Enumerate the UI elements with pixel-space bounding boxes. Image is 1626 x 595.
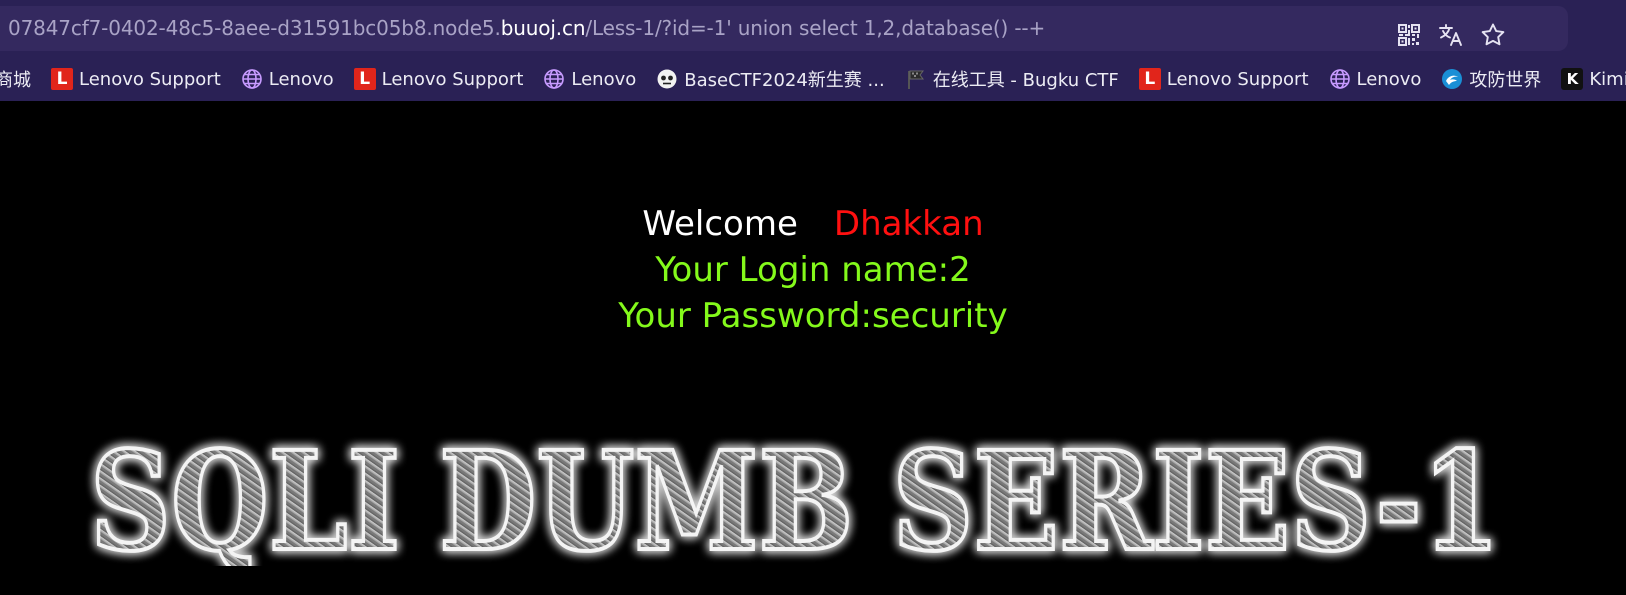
bookmark-label: Lenovo Support (1166, 68, 1309, 90)
bookmark-label: 商城 (0, 70, 31, 91)
translate-icon (1439, 23, 1462, 46)
url-prefix: 07847cf7-0402-48c5-8aee-d31591bc05b8.nod… (8, 16, 501, 40)
url-path: /Less-1/?id=-1' union select 1,2,databas… (585, 16, 1046, 40)
bookmark-label: 在线工具 - Bugku CTF (932, 70, 1119, 91)
address-bar-actions (1394, 12, 1508, 57)
globe-icon (543, 68, 565, 90)
qr-code-button[interactable] (1394, 12, 1424, 57)
bookmark-label: Lenovo Support (79, 68, 221, 90)
password-line: Your Password:security (618, 296, 1008, 336)
address-bar[interactable]: 07847cf7-0402-48c5-8aee-d31591bc05b8.nod… (0, 6, 1568, 51)
qr-code-icon (1398, 23, 1420, 46)
globe-icon (241, 68, 263, 90)
bookmark-star-button[interactable] (1478, 12, 1508, 57)
translate-button[interactable] (1436, 12, 1466, 57)
bookmark-label: Lenovo (571, 68, 637, 90)
star-icon (1481, 23, 1505, 45)
login-name-line: Your Login name:2 (655, 250, 971, 290)
bookmarks-bar: 商城 L Lenovo Support Lenovo L Lenovo Supp… (0, 60, 1626, 98)
page-content: Welcome Dhakkan Your Login name:2 Your Pa… (0, 101, 1626, 595)
welcome-line: Welcome Dhakkan (0, 201, 1626, 247)
browser-chrome: 07847cf7-0402-48c5-8aee-d31591bc05b8.nod… (0, 0, 1626, 101)
bookmark-kimi[interactable]: K Kimi.ai (1561, 68, 1626, 90)
bookmark-lenovo-support[interactable]: L Lenovo Support (1138, 68, 1309, 90)
welcome-label: Welcome (642, 204, 798, 244)
globe-icon (1329, 68, 1351, 90)
bookmark-label: Kimi.ai (1589, 68, 1626, 90)
bookmark-label: BaseCTF2024新生赛 ... (684, 70, 885, 91)
bookmark-lenovo-support[interactable]: L Lenovo Support (353, 68, 524, 90)
kimi-icon: K (1561, 68, 1584, 90)
lenovo-support-icon: L (353, 68, 376, 90)
url-text[interactable]: 07847cf7-0402-48c5-8aee-d31591bc05b8.nod… (8, 6, 1045, 51)
bookmark-bugku[interactable]: 在线工具 - Bugku CTF (905, 66, 1119, 92)
bookmark-basectf[interactable]: BaseCTF2024新生赛 ... (656, 66, 885, 92)
login-result: Welcome Dhakkan Your Login name:2 Your Pa… (0, 201, 1626, 339)
bookmark-lenovo[interactable]: Lenovo (241, 68, 334, 90)
bookmark-lenovo[interactable]: Lenovo (543, 68, 636, 90)
lenovo-support-icon: L (1138, 68, 1161, 90)
lenovo-support-icon: L (51, 68, 73, 90)
url-host: buuoj.cn (500, 16, 586, 40)
flag-icon (905, 68, 927, 90)
bookmark-label: Lenovo (1356, 68, 1422, 90)
bookmark-label: Lenovo Support (381, 68, 524, 90)
sqli-dumb-series-logo: SQLI DUMB SERIES-1 (88, 431, 1502, 566)
logo-text: SQLI DUMB SERIES-1 (90, 431, 1500, 566)
bookmark-adworld[interactable]: 攻防世界 (1441, 66, 1541, 92)
bookmark-label: Lenovo (268, 68, 334, 90)
welcome-name: Dhakkan (833, 204, 984, 244)
bookmark-lenovo-support[interactable]: L Lenovo Support (51, 68, 221, 90)
bookmark-lenovo[interactable]: Lenovo (1329, 68, 1422, 90)
bookmark-label: 攻防世界 (1469, 70, 1542, 91)
bookmark-shop[interactable]: 商城 (0, 66, 31, 92)
adworld-icon (1441, 68, 1463, 90)
basectf-icon (656, 68, 678, 90)
